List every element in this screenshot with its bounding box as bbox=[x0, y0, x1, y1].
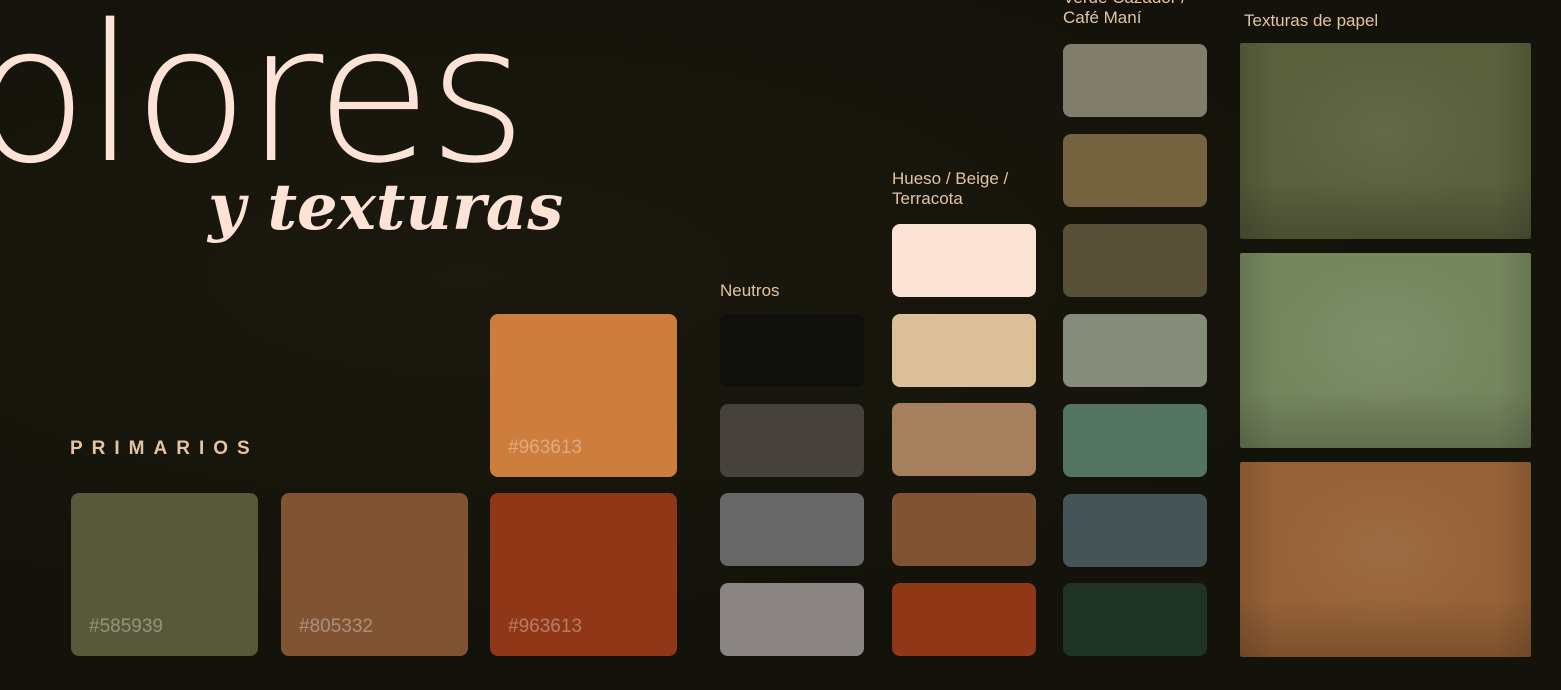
swatch-hex-label: #805332 bbox=[299, 616, 373, 637]
paper-texture-3[interactable] bbox=[1240, 462, 1531, 657]
swatch-hex-label: #963613 bbox=[508, 616, 582, 637]
neutros-swatch-3[interactable] bbox=[720, 493, 864, 567]
verde-label-line1: Verde Cazador / bbox=[1063, 0, 1186, 8]
neutros-swatch-1[interactable] bbox=[720, 314, 864, 387]
palette-board: olores y texturas PRIMARIOS #585939 #805… bbox=[0, 0, 1561, 690]
verde-swatch-7[interactable] bbox=[1063, 583, 1207, 657]
verde-label-line2: Café Maní bbox=[1063, 8, 1142, 27]
hueso-label-line2: Terracota bbox=[892, 189, 963, 208]
swatch-hex-label: #585939 bbox=[89, 616, 163, 637]
verde-swatch-3[interactable] bbox=[1063, 223, 1207, 297]
verde-swatch-1[interactable] bbox=[1063, 44, 1207, 117]
texturas-label: Texturas de papel bbox=[1244, 11, 1379, 30]
verde-swatch-4[interactable] bbox=[1063, 313, 1207, 387]
primary-swatch-orange[interactable]: #963613 bbox=[490, 314, 677, 477]
verde-swatch-2[interactable] bbox=[1063, 133, 1207, 207]
paper-texture-2[interactable] bbox=[1240, 253, 1531, 448]
primary-swatch-olive[interactable]: #585939 bbox=[71, 493, 258, 656]
swatch-hex-label: #963613 bbox=[508, 437, 582, 458]
primarios-label: PRIMARIOS bbox=[70, 438, 259, 459]
neutros-swatch-4[interactable] bbox=[720, 583, 864, 657]
title-main: olores bbox=[0, 0, 527, 205]
hueso-swatch-2[interactable] bbox=[892, 313, 1036, 387]
paper-texture-1[interactable] bbox=[1240, 43, 1531, 239]
verde-label: Verde Cazador / Café Maní bbox=[1063, 0, 1186, 28]
neutros-swatch-2[interactable] bbox=[720, 403, 864, 477]
neutros-label: Neutros bbox=[720, 281, 780, 300]
verde-swatch-6[interactable] bbox=[1063, 493, 1207, 567]
hueso-label: Hueso / Beige / Terracota bbox=[892, 169, 1008, 209]
hueso-label-line1: Hueso / Beige / bbox=[892, 169, 1009, 188]
verde-swatch-5[interactable] bbox=[1063, 403, 1207, 477]
hueso-swatch-4[interactable] bbox=[892, 493, 1036, 567]
title-subtitle: y texturas bbox=[208, 170, 564, 245]
primary-swatch-rust[interactable]: #963613 bbox=[490, 493, 677, 656]
hueso-swatch-3[interactable] bbox=[892, 403, 1036, 477]
hueso-swatch-1[interactable] bbox=[892, 224, 1036, 297]
hueso-swatch-5[interactable] bbox=[892, 582, 1036, 656]
primary-swatch-brown[interactable]: #805332 bbox=[281, 493, 468, 656]
